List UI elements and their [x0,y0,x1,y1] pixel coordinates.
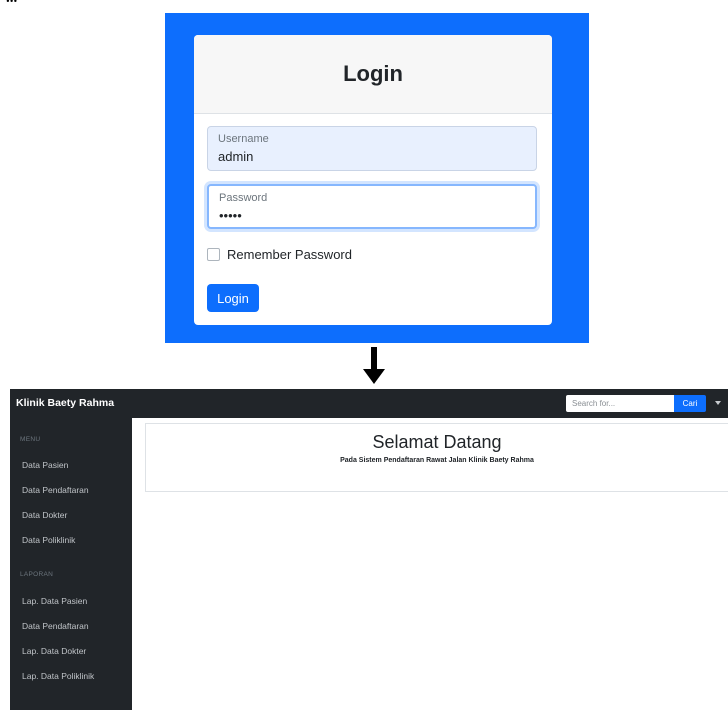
sidebar-item-data-dokter[interactable]: Data Dokter [22,510,67,520]
login-title: Login [194,35,552,114]
chevron-down-icon[interactable] [715,401,721,405]
password-value: ••••• [219,208,242,223]
remember-password[interactable]: Remember Password [207,247,352,262]
login-card: Login Username admin Password ••••• Reme… [194,35,552,325]
sidebar-item-data-pasien[interactable]: Data Pasien [22,460,68,470]
password-field[interactable]: Password ••••• [207,184,537,229]
sidebar-item-data-pendaftaran[interactable]: Data Pendaftaran [22,485,89,495]
sidebar-heading-laporan: LAPORAN [20,571,54,578]
top-navbar: Klinik Baety Rahma Search for... Cari [10,389,728,418]
arrow-down-icon [363,347,385,384]
remember-checkbox[interactable] [207,248,220,261]
sidebar: MENU Data Pasien Data Pendaftaran Data D… [10,418,132,710]
login-screenshot: Login Username admin Password ••••• Reme… [165,13,589,343]
password-label: Password [219,192,268,204]
search-input[interactable]: Search for... [566,395,674,412]
sidebar-item-lap-data-poliklinik[interactable]: Lap. Data Poliklinik [22,671,94,681]
username-field[interactable]: Username admin [207,126,537,171]
welcome-subtitle: Pada Sistem Pendaftaran Rawat Jalan Klin… [340,457,534,464]
brand-name[interactable]: Klinik Baety Rahma [16,397,114,409]
remember-label: Remember Password [227,247,352,262]
dashboard-screenshot: Klinik Baety Rahma Search for... Cari ME… [10,389,728,710]
username-label: Username [218,133,269,145]
sidebar-item-lap-data-pendaftaran[interactable]: Data Pendaftaran [22,621,89,631]
welcome-title: Selamat Datang [372,432,502,452]
sidebar-item-data-poliklinik[interactable]: Data Poliklinik [22,535,75,545]
login-button[interactable]: Login [207,284,259,312]
welcome-card: Selamat Datang Pada Sistem Pendaftaran R… [145,423,728,492]
figure-caption: ... [6,0,17,7]
sidebar-heading-menu: MENU [20,436,41,443]
username-value: admin [218,149,254,164]
sidebar-item-lap-data-pasien[interactable]: Lap. Data Pasien [22,596,87,606]
sidebar-item-lap-data-dokter[interactable]: Lap. Data Dokter [22,646,86,656]
search-button[interactable]: Cari [674,395,706,412]
